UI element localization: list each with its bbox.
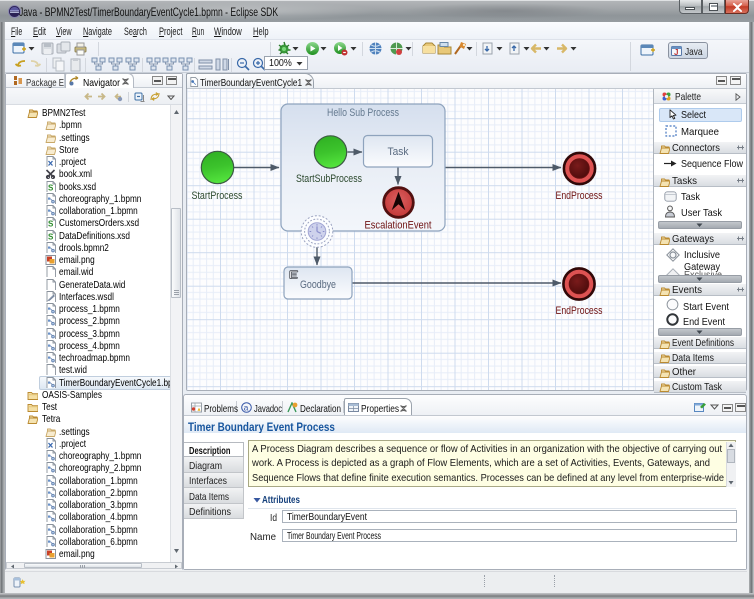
svg-text:J: J xyxy=(674,48,678,57)
svg-text:S: S xyxy=(48,232,54,241)
svg-text:Hello Sub Process: Hello Sub Process xyxy=(327,107,399,119)
svg-text:EndProcess: EndProcess xyxy=(556,190,603,202)
svg-text:S: S xyxy=(48,220,54,229)
svg-text:Task: Task xyxy=(388,146,409,158)
svg-text:a: a xyxy=(244,403,249,413)
svg-text:S: S xyxy=(48,183,54,192)
svg-text:EscalationEvent: EscalationEvent xyxy=(365,220,432,232)
svg-text:EndProcess: EndProcess xyxy=(556,305,603,317)
svg-text:StartProcess: StartProcess xyxy=(192,190,243,202)
svg-text:Goodbye: Goodbye xyxy=(300,279,336,291)
svg-text:StartSubProcess: StartSubProcess xyxy=(296,173,362,185)
